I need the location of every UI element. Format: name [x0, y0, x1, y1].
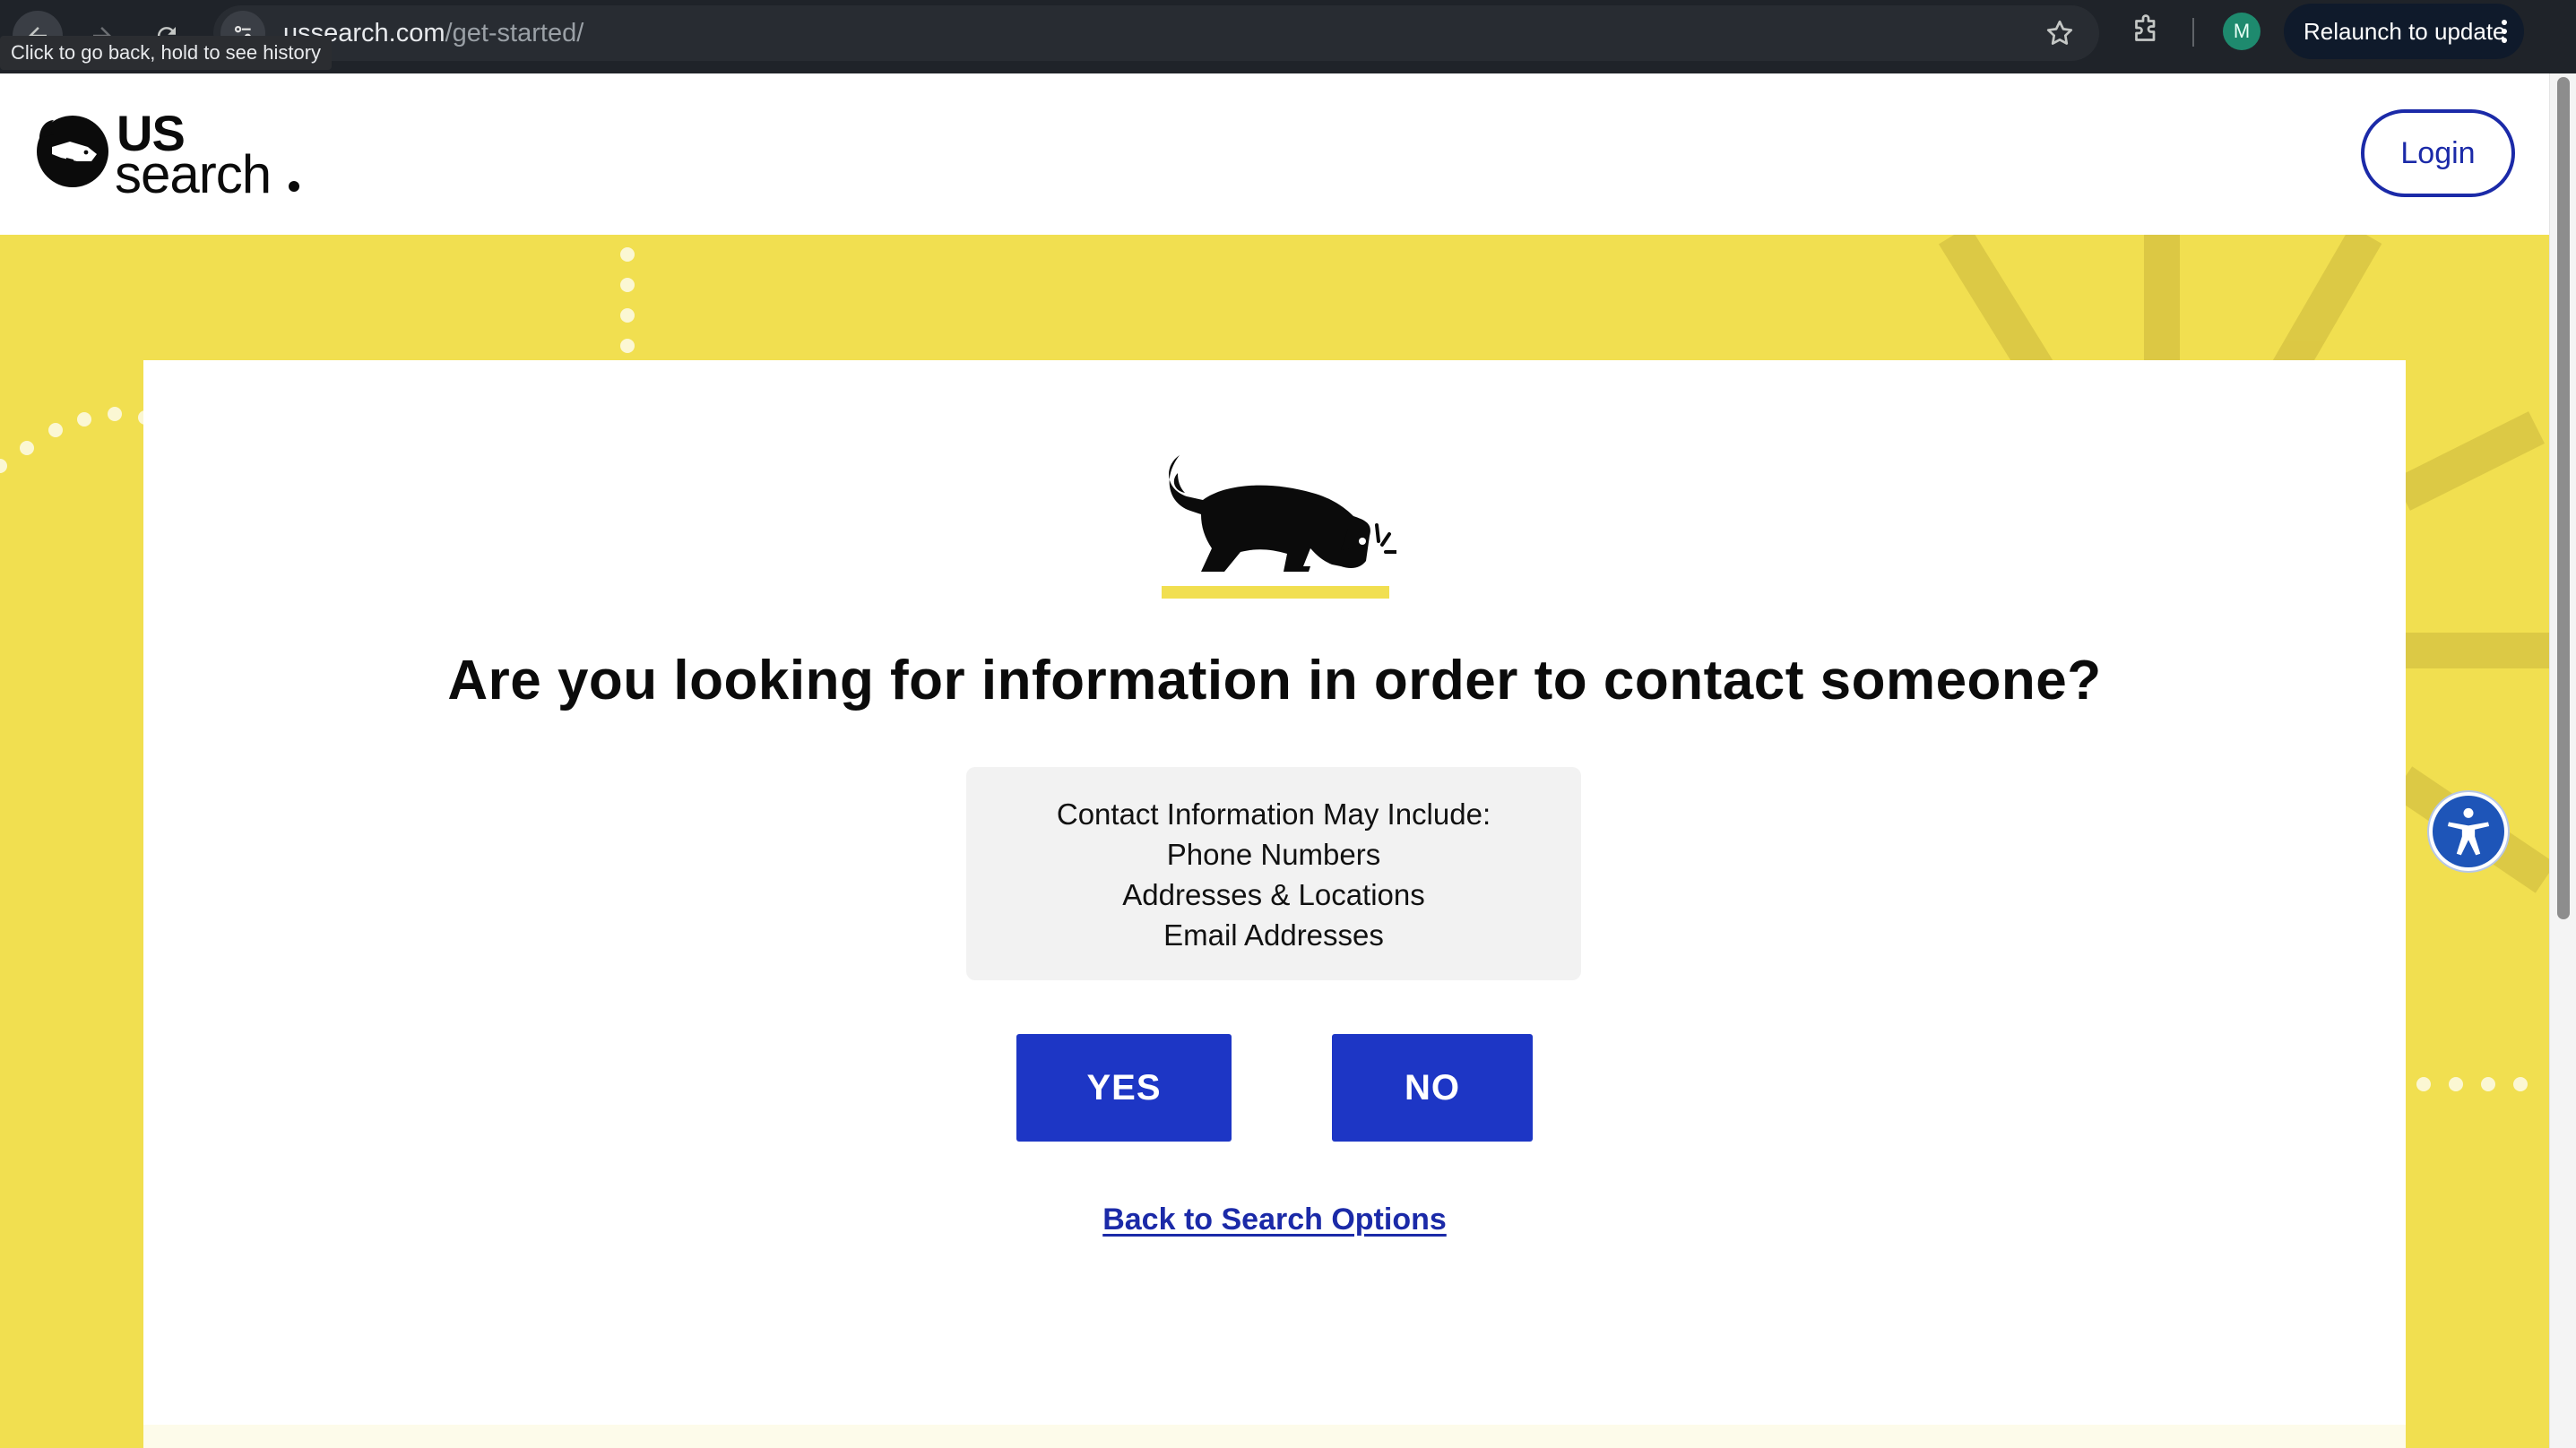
- registered-mark-icon: [289, 181, 299, 192]
- card-footer-strip: [143, 1425, 2406, 1448]
- profile-avatar[interactable]: M: [2223, 13, 2260, 50]
- accessibility-icon: [2447, 807, 2490, 856]
- login-button[interactable]: Login: [2361, 109, 2515, 197]
- page-scrollbar[interactable]: [2549, 73, 2576, 1448]
- info-item-addresses: Addresses & Locations: [1122, 878, 1425, 911]
- yellow-underline: [1162, 586, 1389, 599]
- url-path: /get-started/: [445, 18, 584, 47]
- page-title: Are you looking for information in order…: [447, 650, 2102, 711]
- extensions-puzzle-icon[interactable]: [2130, 14, 2162, 47]
- info-item-phone: Phone Numbers: [1166, 838, 1381, 871]
- ussearch-logo[interactable]: US search: [34, 105, 312, 204]
- logo-search-text: search: [115, 144, 272, 204]
- question-card: Are you looking for information in order…: [143, 360, 2406, 1448]
- relaunch-label: Relaunch to update: [2304, 17, 2506, 45]
- page-viewport: US search Login Are you looking for info…: [0, 73, 2549, 1448]
- site-header: US search Login: [0, 73, 2549, 235]
- contact-info-box: Contact Information May Include: Phone N…: [966, 767, 1581, 980]
- info-item-email: Email Addresses: [1163, 918, 1384, 952]
- address-bar[interactable]: ussearch.com/get-started/: [213, 5, 2099, 61]
- relaunch-button[interactable]: Relaunch to update: [2284, 4, 2524, 59]
- scrollbar-thumb[interactable]: [2557, 77, 2570, 919]
- info-heading: Contact Information May Include:: [1056, 797, 1491, 831]
- back-tooltip: Click to go back, hold to see history: [0, 36, 333, 70]
- toolbar-divider: [2192, 18, 2194, 47]
- bookmark-star-icon[interactable]: [2044, 17, 2076, 49]
- more-vert-icon: [2501, 20, 2508, 43]
- back-to-search-options-link[interactable]: Back to Search Options: [1102, 1202, 1447, 1237]
- back-link-row: Back to Search Options: [143, 1202, 2406, 1237]
- sniffing-dog-icon: [1169, 455, 1396, 572]
- no-button[interactable]: NO: [1332, 1034, 1533, 1142]
- accessibility-widget-button[interactable]: [2429, 792, 2508, 871]
- yes-button[interactable]: YES: [1016, 1034, 1232, 1142]
- logo-dog-badge-icon: [37, 116, 108, 187]
- browser-toolbar: ussearch.com/get-started/ M Relaunch to …: [0, 0, 2576, 73]
